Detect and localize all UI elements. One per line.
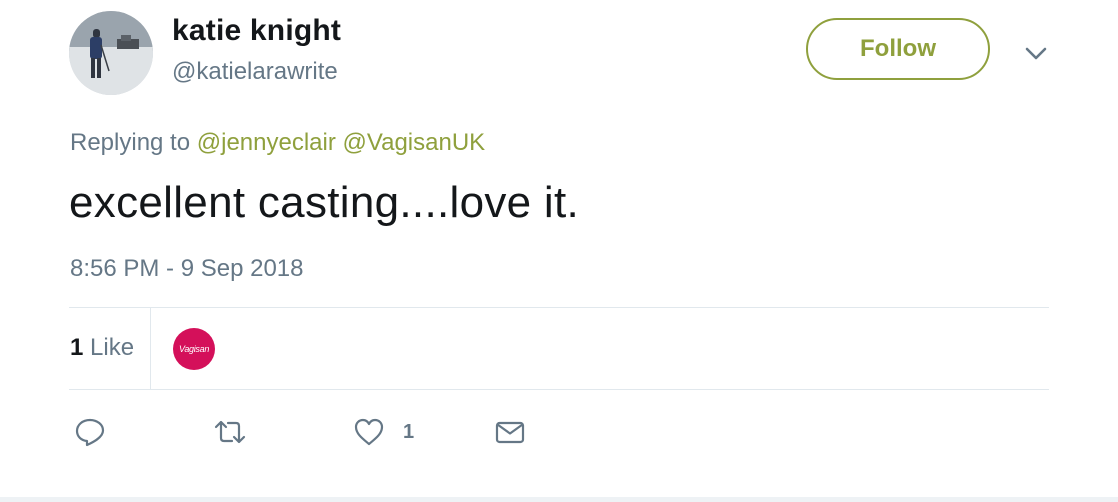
retweet-icon (214, 420, 246, 444)
tweet-timestamp[interactable]: 8:56 PM - 9 Sep 2018 (70, 255, 303, 283)
tweet-text: excellent casting....love it. (69, 178, 580, 227)
reply-context: Replying to @jennyeclair @VagisanUK (70, 129, 485, 157)
heart-icon (354, 418, 384, 446)
author-name[interactable]: katie knight (172, 14, 341, 48)
like-count: 1 (403, 420, 415, 443)
follow-button[interactable]: Follow (806, 18, 990, 80)
tweet-bottom-border (0, 497, 1118, 502)
envelope-icon (495, 421, 525, 444)
likes-label: Like (90, 334, 135, 361)
author-handle[interactable]: @katielarawrite (172, 58, 338, 86)
reply-icon (75, 418, 105, 447)
stats-divider-bottom (69, 389, 1049, 390)
tweet-detail: katie knight @katielarawrite Follow Repl… (0, 0, 1118, 502)
retweet-button[interactable] (213, 414, 247, 450)
mention-link-vagisanuk[interactable]: @VagisanUK (343, 129, 486, 156)
mention-link-jennyeclair[interactable]: @jennyeclair (197, 129, 336, 156)
stats-divider-vertical (150, 308, 151, 389)
likes-stat[interactable]: 1 Like (70, 334, 134, 362)
stats-divider-top (69, 307, 1049, 308)
reply-prefix: Replying to (70, 129, 191, 156)
author-avatar[interactable] (69, 11, 153, 95)
chevron-down-icon[interactable] (1020, 38, 1052, 70)
reply-button[interactable] (74, 414, 106, 450)
liker-avatar[interactable]: Vagisan (173, 328, 215, 370)
like-button[interactable]: 1 (353, 414, 414, 450)
likes-count: 1 (70, 334, 84, 361)
direct-message-button[interactable] (494, 414, 526, 450)
avatar-photo (69, 11, 153, 95)
